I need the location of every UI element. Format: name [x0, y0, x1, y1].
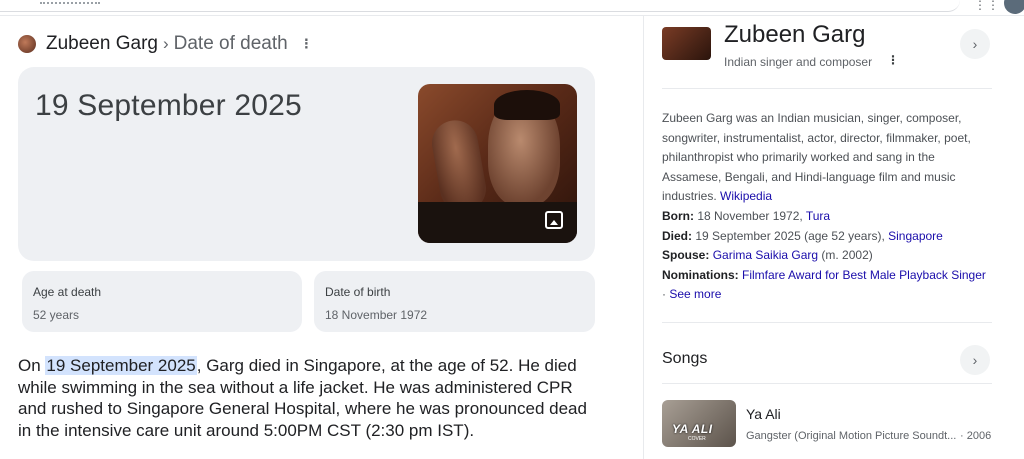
- breadcrumb-property: Date of death: [173, 33, 288, 54]
- kp-fact-value: (m. 2002): [818, 248, 873, 263]
- born-place-link[interactable]: Tura: [806, 209, 830, 223]
- kp-title: Zubeen Garg: [724, 21, 866, 48]
- breadcrumb-entity[interactable]: Zubeen Garg: [46, 33, 158, 55]
- kp-thumbnail[interactable]: [662, 27, 711, 60]
- song-thumb-text: YA ALI: [672, 422, 713, 436]
- top-bar: ⋮⋮: [0, 0, 1024, 16]
- song-title[interactable]: Ya Ali: [746, 406, 781, 422]
- photo-hand: [428, 116, 490, 216]
- kp-fact-value: 18 November 1972,: [694, 209, 806, 223]
- kp-divider: [662, 88, 992, 89]
- song-thumbnail[interactable]: YA ALI COVER: [662, 400, 736, 447]
- kp-fact-died: Died: 19 September 2025 (age 52 years), …: [662, 227, 992, 247]
- answer-date: 19 September 2025: [35, 89, 302, 122]
- kp-more-icon[interactable]: ⋮: [887, 53, 899, 67]
- kp-facts: Born: 18 November 1972, Tura Died: 19 Se…: [662, 207, 992, 305]
- kp-chevron-button[interactable]: ›: [960, 29, 990, 59]
- search-box-edge[interactable]: [0, 0, 960, 12]
- query-fragment: [40, 0, 100, 4]
- fact-value: 18 November 1972: [325, 308, 428, 322]
- fact-label: Date of birth: [325, 285, 391, 299]
- kp-fact-label: Nominations:: [662, 267, 739, 282]
- song-thumb-sub: COVER: [688, 436, 706, 442]
- account-avatar[interactable]: [1004, 0, 1024, 14]
- entity-thumbnail[interactable]: [18, 35, 36, 53]
- kp-fact-born: Born: 18 November 1972, Tura: [662, 207, 992, 227]
- nominations-link[interactable]: Filmfare Award for Best Male Playback Si…: [742, 268, 986, 282]
- kp-fact-label: Born:: [662, 209, 694, 223]
- column-divider: [643, 16, 644, 459]
- kp-fact-value: 19 September 2025 (age 52 years),: [692, 228, 889, 243]
- spouse-link[interactable]: Garima Saikia Garg: [713, 248, 818, 262]
- photo-hair: [494, 90, 560, 120]
- see-more-link[interactable]: See more: [669, 287, 721, 301]
- fact-label: Age at death: [33, 285, 102, 299]
- kp-about: Zubeen Garg was an Indian musician, sing…: [662, 109, 992, 207]
- songs-divider: [662, 383, 992, 384]
- answer-card: 19 September 2025: [18, 67, 595, 261]
- kp-fact-label: Died:: [662, 228, 692, 243]
- fact-chip-age-at-death[interactable]: Age at death 52 years: [22, 271, 302, 332]
- kp-fact-label: Spouse:: [662, 248, 710, 263]
- breadcrumb-separator: ›: [162, 34, 169, 53]
- more-vert-icon[interactable]: ⋮: [300, 36, 313, 52]
- description-highlight: 19 September 2025: [45, 356, 197, 375]
- kp-fact-nominations: Nominations: Filmfare Award for Best Mal…: [662, 266, 992, 305]
- song-album: Gangster (Original Motion Picture Soundt…: [746, 430, 957, 442]
- kp-divider: [662, 322, 992, 323]
- songs-heading[interactable]: Songs: [662, 350, 707, 368]
- song-year: · 2006: [960, 430, 992, 442]
- fact-value: 52 years: [33, 308, 80, 322]
- kp-about-text: Zubeen Garg was an Indian musician, sing…: [662, 111, 971, 204]
- answer-photo[interactable]: [418, 84, 577, 243]
- kp-subtitle: Indian singer and composer: [724, 55, 873, 69]
- apps-icon[interactable]: ⋮⋮: [974, 0, 1000, 12]
- description-prefix: On: [18, 356, 46, 375]
- answer-description: On 19 September 2025, Garg died in Singa…: [18, 355, 598, 441]
- songs-chevron-button[interactable]: ›: [960, 345, 990, 375]
- kp-fact-spouse: Spouse: Garima Saikia Garg (m. 2002): [662, 246, 992, 266]
- wikipedia-link[interactable]: Wikipedia: [720, 189, 772, 203]
- death-place-link[interactable]: Singapore: [888, 229, 943, 243]
- breadcrumb: Zubeen Garg › Date of death ⋮: [18, 33, 313, 55]
- fact-chip-date-of-birth[interactable]: Date of birth 18 November 1972: [314, 271, 595, 332]
- image-icon[interactable]: [545, 211, 563, 229]
